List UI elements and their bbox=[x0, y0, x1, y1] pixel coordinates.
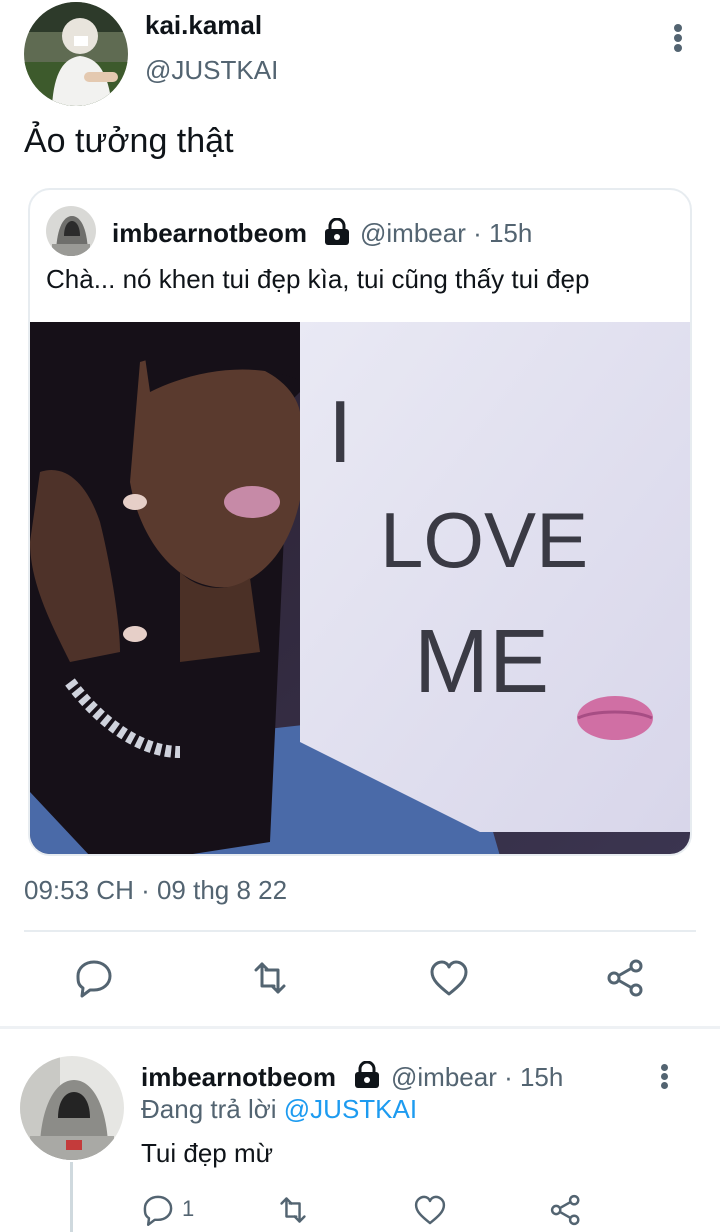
replying-prefix: Đang trả lời bbox=[141, 1094, 284, 1124]
more-icon[interactable] bbox=[664, 18, 694, 58]
replying-mention-link[interactable]: @JUSTKAI bbox=[284, 1094, 417, 1124]
thread-line bbox=[70, 1162, 73, 1232]
author-avatar[interactable] bbox=[24, 2, 128, 106]
quoted-tweet-image[interactable]: I LOVE ME bbox=[30, 322, 690, 854]
reply-display-name[interactable]: imbearnotbeom bbox=[141, 1062, 336, 1093]
reply-handle-time[interactable]: @imbear · 15h bbox=[391, 1062, 563, 1093]
share-icon[interactable] bbox=[548, 1192, 584, 1228]
lock-icon bbox=[324, 217, 350, 246]
quoted-tweet-card[interactable]: imbearnotbeom @imbear · 15h Chà... nó kh… bbox=[28, 188, 692, 856]
tweet-timestamp[interactable]: 09:53 CH · 09 thg 8 22 bbox=[24, 875, 287, 906]
like-icon[interactable] bbox=[427, 956, 471, 1000]
sign-text-i: I bbox=[328, 382, 352, 481]
more-icon[interactable] bbox=[650, 1058, 680, 1094]
sign-text-me: ME bbox=[414, 612, 549, 712]
quoted-display-name: imbearnotbeom bbox=[112, 218, 308, 248]
reply-text: Tui đẹp mừ bbox=[141, 1138, 274, 1168]
reply-icon[interactable] bbox=[72, 956, 116, 1000]
retweet-icon[interactable] bbox=[248, 956, 292, 1000]
author-display-name[interactable]: kai.kamal bbox=[145, 10, 262, 41]
reply-icon[interactable] bbox=[140, 1192, 176, 1228]
lock-icon bbox=[354, 1060, 380, 1089]
share-icon[interactable] bbox=[604, 956, 648, 1000]
like-icon[interactable] bbox=[412, 1192, 448, 1228]
quoted-author-avatar bbox=[46, 206, 96, 256]
sign-text-love: LOVE bbox=[380, 496, 588, 584]
tweet-text: Ảo tưởng thật bbox=[24, 122, 234, 160]
retweet-icon[interactable] bbox=[275, 1192, 311, 1228]
section-divider bbox=[0, 1026, 720, 1029]
divider bbox=[24, 930, 696, 932]
reply-count: 1 bbox=[182, 1196, 195, 1221]
reply-author-avatar[interactable] bbox=[20, 1056, 124, 1160]
replying-to: Đang trả lời @JUSTKAI bbox=[141, 1094, 417, 1125]
quoted-handle-time: @imbear · 15h bbox=[360, 218, 533, 248]
quoted-tweet-text: Chà... nó khen tui đẹp kìa, tui cũng thấ… bbox=[46, 264, 590, 294]
author-handle[interactable]: @JUSTKAI bbox=[145, 55, 278, 86]
